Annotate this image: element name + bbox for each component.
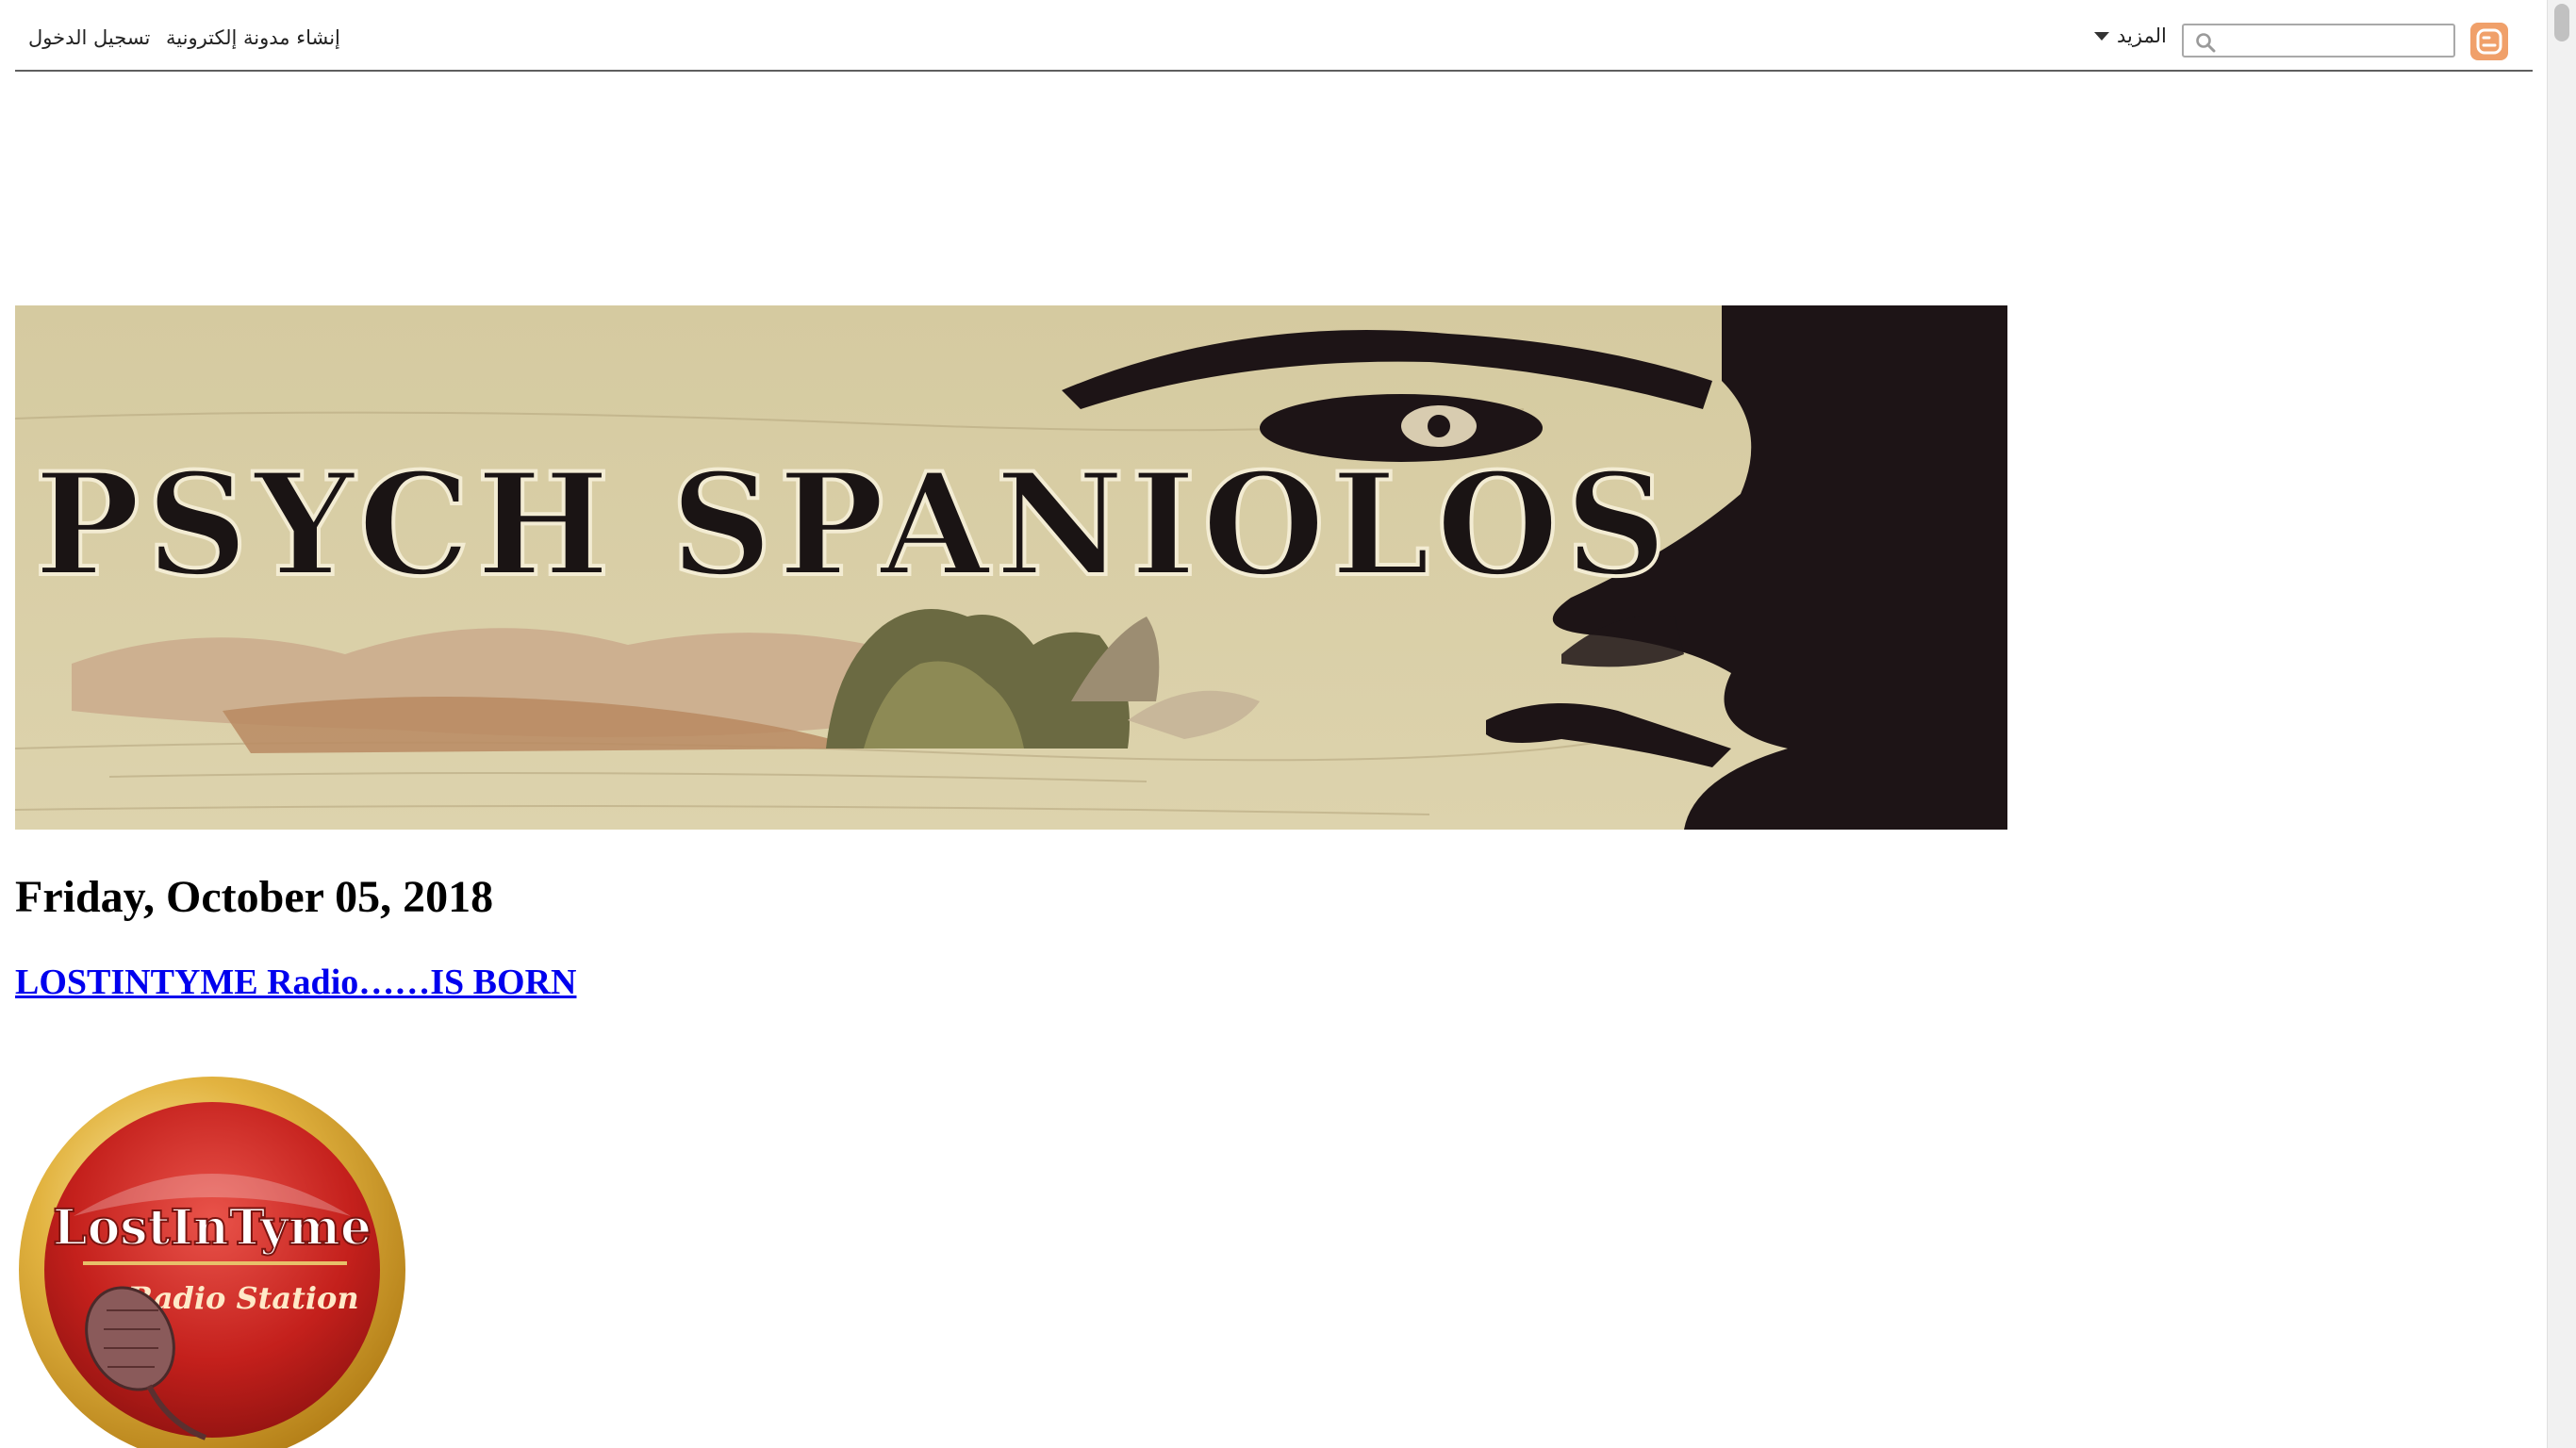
more-menu-label: المزيد [2117, 25, 2167, 47]
post-title: LOSTINTYME Radio……IS BORN [15, 962, 576, 1003]
create-blog-link[interactable]: إنشاء مدونة إلكترونية [166, 26, 340, 49]
vertical-scrollbar[interactable] [2547, 0, 2576, 1448]
login-link[interactable]: تسجيل الدخول [28, 26, 150, 49]
more-menu[interactable]: المزيد [2094, 25, 2167, 47]
date-header: Friday, October 05, 2018 [15, 872, 494, 922]
search-input[interactable] [2182, 24, 2455, 58]
banner-title: PSYCH SPANIOLOS [34, 442, 1673, 608]
logo-text-top: LostInTyme [53, 1199, 372, 1257]
post-title-link[interactable]: LOSTINTYME Radio……IS BORN [15, 963, 576, 1002]
search-icon [2196, 33, 2216, 53]
blogger-icon[interactable] [2470, 23, 2508, 60]
scrollbar-thumb[interactable] [2554, 4, 2569, 41]
chevron-down-icon [2094, 31, 2109, 41]
blogger-navbar: تسجيل الدخول إنشاء مدونة إلكترونية المزي… [15, 0, 2533, 72]
blog-header-image[interactable]: PSYCH SPANIOLOS [15, 305, 2007, 830]
post-image-radio-logo[interactable]: LostInTyme Radio Station [17, 1075, 407, 1448]
